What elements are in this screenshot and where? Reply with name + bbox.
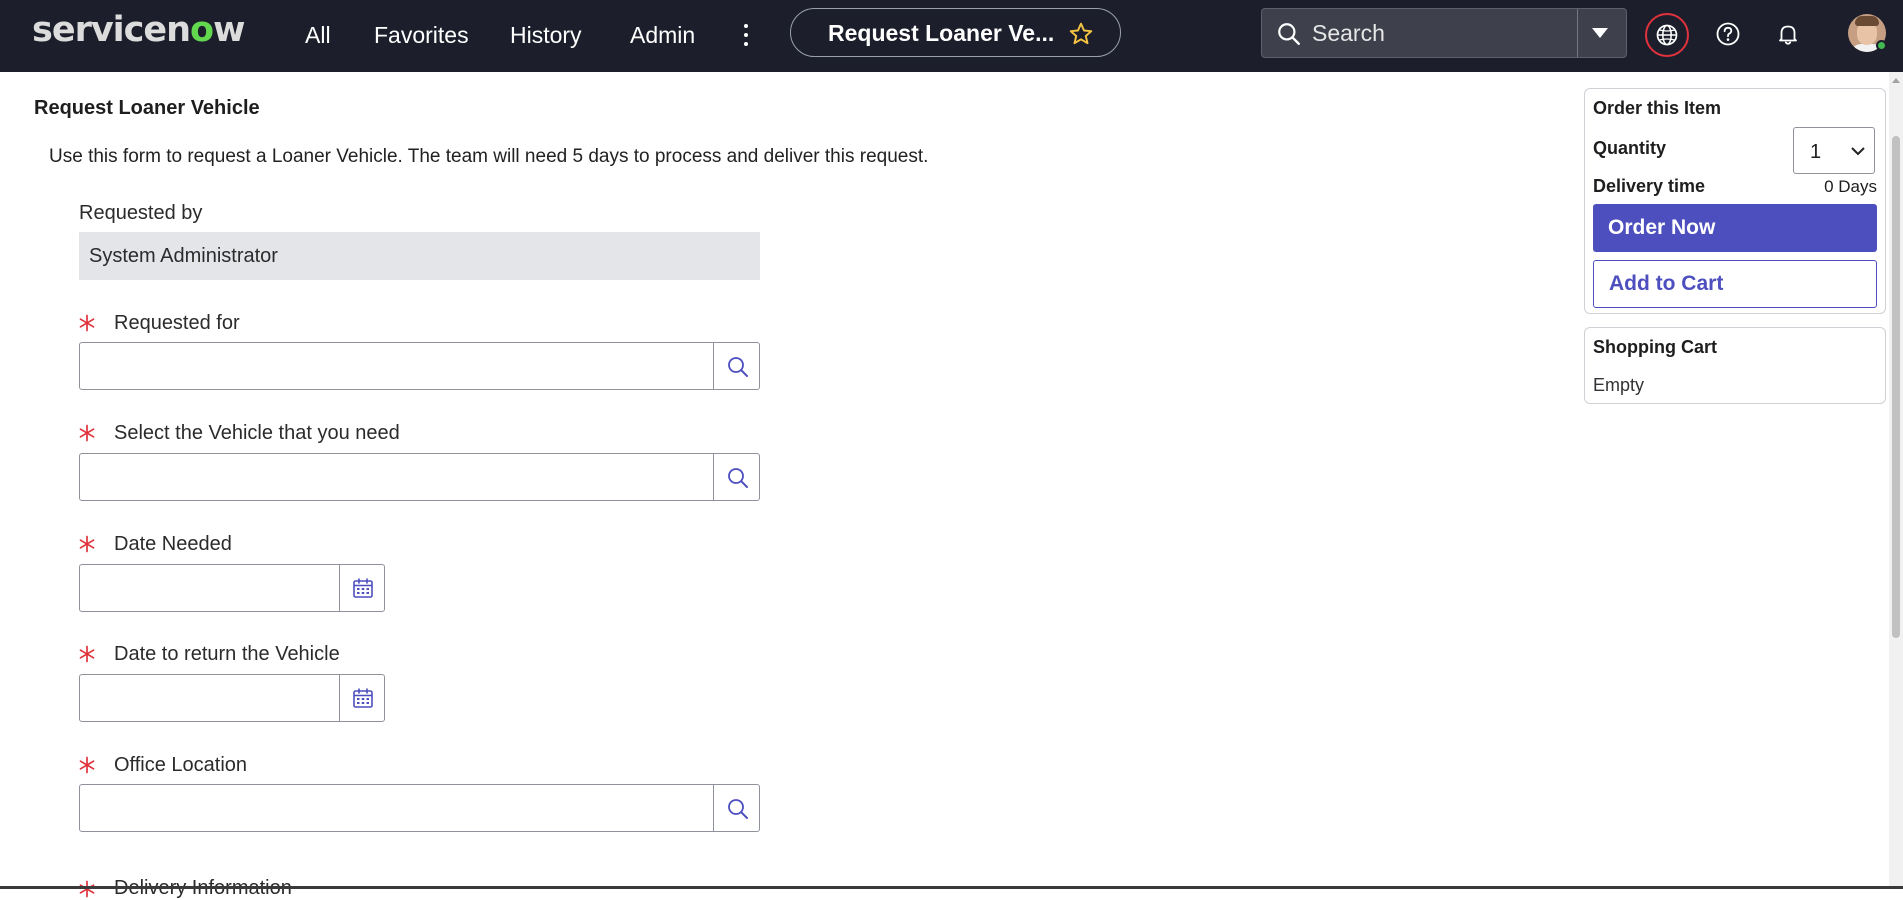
requested-by-field: System Administrator (79, 232, 760, 280)
search-icon (1278, 23, 1300, 45)
office-location-lookup-button[interactable] (713, 784, 760, 832)
search-input[interactable] (1312, 17, 1562, 49)
current-page-title: Request Loaner Ve... (828, 20, 1055, 46)
quantity-value: 1 (1810, 141, 1822, 163)
more-menu-icon[interactable] (740, 20, 752, 50)
shopping-cart-title: Shopping Cart (1593, 337, 1717, 357)
office-location-label: Office Location (114, 754, 248, 776)
form-title: Request Loaner Vehicle (34, 97, 260, 119)
required-asterisk-icon (79, 880, 95, 898)
add-to-cart-button[interactable]: Add to Cart (1593, 260, 1877, 308)
search-icon (728, 357, 748, 377)
help-icon (1716, 22, 1740, 46)
vertical-scrollbar[interactable] (1889, 72, 1903, 889)
globe-button[interactable] (1645, 13, 1689, 57)
required-asterisk-icon (79, 424, 95, 442)
nav-favorites[interactable]: Favorites (374, 21, 469, 49)
globe-icon (1656, 24, 1678, 46)
bell-icon (1779, 25, 1797, 45)
search-divider (1577, 9, 1578, 57)
favorite-star-icon[interactable] (1068, 21, 1094, 47)
required-asterisk-icon (79, 645, 95, 663)
search-icon (728, 799, 748, 819)
date-needed-input[interactable] (79, 564, 340, 612)
nav-all[interactable]: All (305, 21, 331, 49)
chevron-down-icon (1851, 147, 1865, 156)
search-icon (728, 468, 748, 488)
presence-indicator (1876, 40, 1887, 51)
order-panel-title: Order this Item (1593, 98, 1722, 118)
delivery-time-value: 0 Days (1824, 177, 1877, 196)
notifications-button[interactable] (1768, 14, 1808, 54)
scroll-thumb[interactable] (1892, 136, 1900, 638)
vehicle-lookup-button[interactable] (713, 453, 760, 501)
vehicle-input[interactable] (79, 453, 714, 501)
required-asterisk-icon (79, 314, 95, 332)
delivery-time-label: Delivery time (1593, 176, 1706, 196)
nav-history[interactable]: History (510, 21, 582, 49)
calendar-icon (353, 578, 373, 598)
top-navigation-bar: servicenow All Favorites History Admin R… (0, 0, 1903, 72)
date-return-input[interactable] (79, 674, 340, 722)
required-asterisk-icon (79, 756, 95, 774)
date-needed-calendar-button[interactable] (339, 564, 385, 612)
quantity-select[interactable]: 1 (1793, 127, 1875, 174)
search-scope-dropdown-icon[interactable] (1592, 28, 1608, 38)
vehicle-label: Select the Vehicle that you need (114, 422, 400, 444)
quantity-label: Quantity (1593, 138, 1667, 158)
requested-for-label: Requested for (114, 312, 240, 334)
scroll-up-icon[interactable] (1892, 78, 1900, 83)
help-button[interactable] (1708, 14, 1748, 54)
calendar-icon (353, 688, 373, 708)
office-location-input[interactable] (79, 784, 714, 832)
nav-admin[interactable]: Admin (630, 21, 695, 49)
order-now-button[interactable]: Order Now (1593, 204, 1877, 252)
date-return-calendar-button[interactable] (339, 674, 385, 722)
form-intro: Use this form to request a Loaner Vehicl… (49, 146, 929, 167)
date-needed-label: Date Needed (114, 533, 232, 555)
shopping-cart-panel: Shopping Cart Empty (1584, 327, 1886, 404)
shopping-cart-status: Empty (1593, 375, 1645, 395)
global-search[interactable] (1261, 8, 1627, 58)
requested-for-input[interactable] (79, 342, 714, 390)
order-panel: Order this Item Quantity 1 Delivery time… (1584, 88, 1886, 314)
requested-for-lookup-button[interactable] (713, 342, 760, 390)
date-return-label: Date to return the Vehicle (114, 643, 340, 665)
current-page-pill[interactable]: Request Loaner Ve... (790, 8, 1121, 57)
servicenow-logo[interactable]: servicenow (32, 10, 245, 50)
required-asterisk-icon (79, 535, 95, 553)
requested-by-label: Requested by (79, 202, 203, 224)
